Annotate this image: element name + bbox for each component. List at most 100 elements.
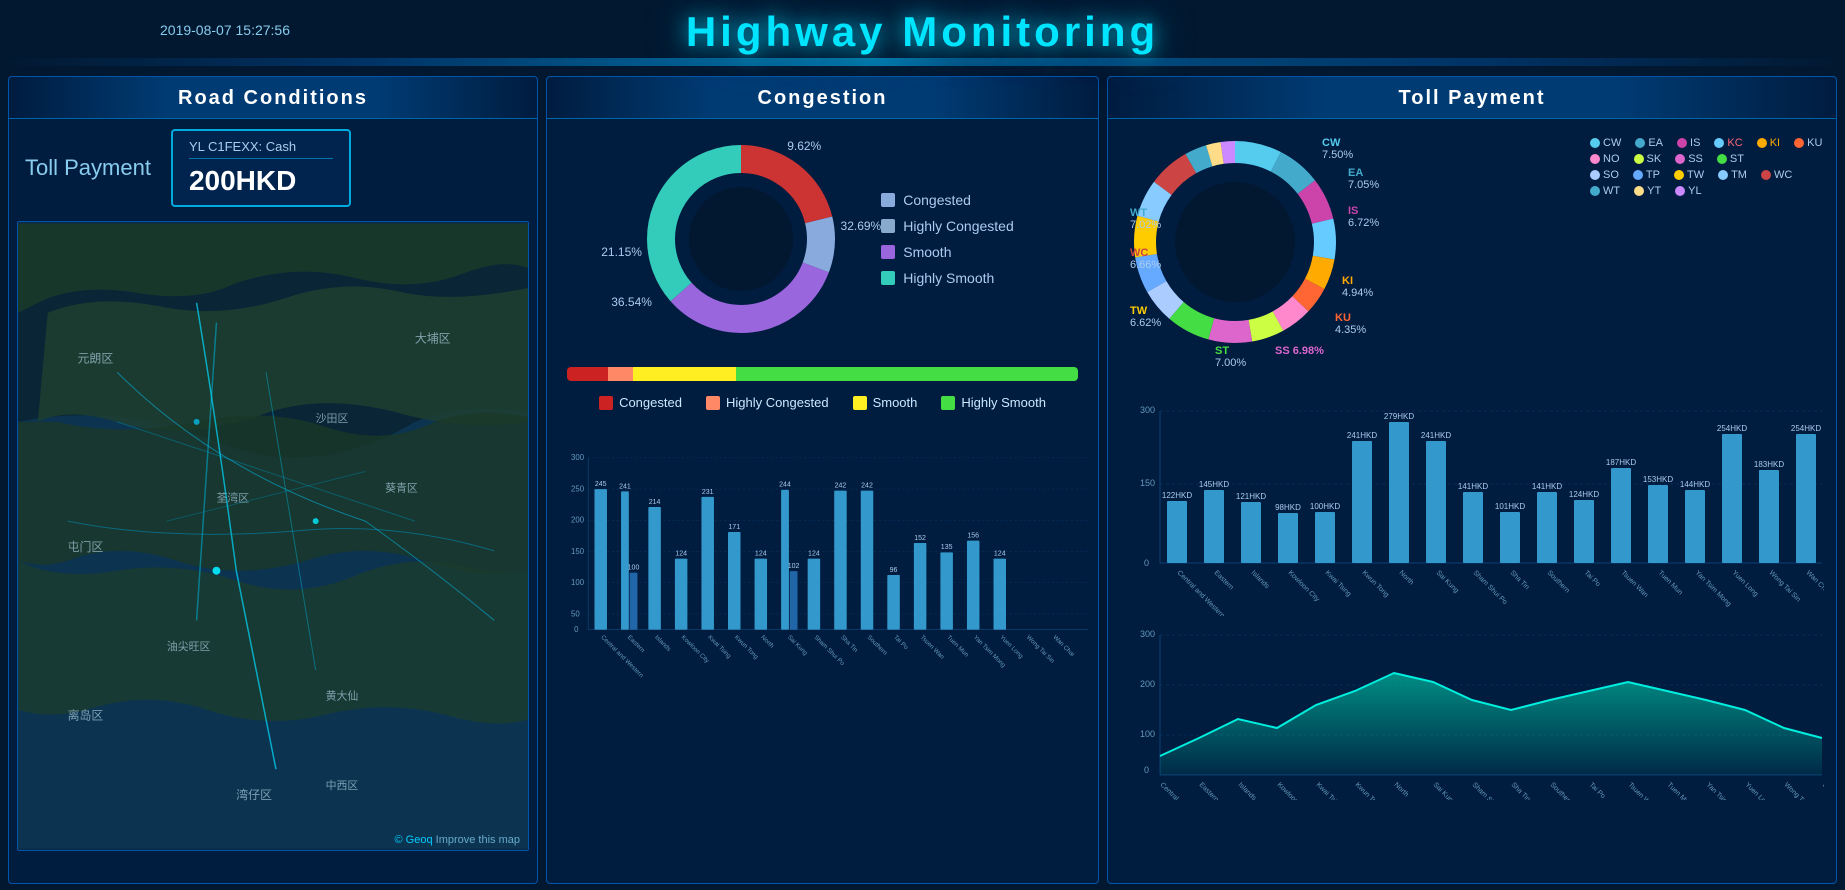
svg-text:241: 241 [619,483,631,490]
svg-text:244: 244 [779,482,791,489]
svg-text:141HKD: 141HKD [1532,482,1562,491]
svg-text:145HKD: 145HKD [1199,480,1229,489]
svg-text:124: 124 [808,550,820,557]
legend-sk: SK [1634,153,1662,165]
toll-payment-label: Toll Payment [25,155,151,181]
svg-text:300: 300 [1140,629,1155,639]
svg-text:屯门区: 屯门区 [68,540,104,554]
legend-ea: EA [1635,137,1663,149]
prog-label-congested: Congested [619,395,682,410]
svg-text:100: 100 [628,565,640,572]
svg-text:50: 50 [571,609,580,618]
map-credit: © Geoq Improve this map [395,834,521,846]
prog-highly-smooth [736,367,1078,381]
svg-text:Tuen Mun: Tuen Mun [1666,781,1693,800]
svg-text:Yuen Long: Yuen Long [1731,569,1760,598]
toll-subtitle: YL C1FEXX: Cash [189,139,333,159]
svg-text:Tai Po: Tai Po [1588,781,1607,800]
svg-text:124: 124 [755,550,767,557]
svg-text:98HKD: 98HKD [1275,503,1301,512]
header: 2019-08-07 15:27:56 Highway Monitoring [0,0,1845,70]
svg-text:North: North [1393,781,1410,798]
svg-text:241HKD: 241HKD [1347,431,1377,440]
legend-yt: YT [1634,185,1661,197]
svg-text:Wong Tai Sin: Wong Tai Sin [1783,781,1817,800]
prog-congested [567,367,608,381]
svg-text:Yan Tsim Mong: Yan Tsim Mong [1705,781,1744,800]
toll-area-chart-svg: 300 200 100 0 [1120,625,1824,800]
legend-yl: YL [1675,185,1701,197]
legend-so: SO [1590,169,1619,181]
toll-bar-chart-svg: 300 150 0 122HKD 145HKD 121HKD [1120,401,1824,616]
svg-text:Southern: Southern [866,634,889,657]
svg-text:0: 0 [1144,558,1149,568]
toll-amount: 200HKD [189,165,333,197]
svg-text:150: 150 [1140,478,1155,488]
road-conditions-title: Road Conditions [9,77,537,119]
svg-text:122HKD: 122HKD [1162,491,1192,500]
legend-kc: KC [1714,137,1742,149]
prog-legend-smooth: Smooth [853,395,918,410]
congestion-chart-area: 9.62% 32.69% 36.54% 21.15% [547,119,1098,359]
svg-text:124HKD: 124HKD [1569,490,1599,499]
svg-text:大埔区: 大埔区 [415,332,451,346]
svg-text:242: 242 [835,483,847,490]
svg-text:Tsuen Wan: Tsuen Wan [1620,569,1650,599]
datetime-display: 2019-08-07 15:27:56 [160,22,290,38]
svg-text:Kwun Tong: Kwun Tong [733,634,760,661]
svg-text:Sha Tin: Sha Tin [1509,569,1531,591]
svg-text:187HKD: 187HKD [1606,458,1636,467]
svg-text:241HKD: 241HKD [1421,431,1451,440]
svg-text:Tuen Mun: Tuen Mun [1657,569,1684,596]
svg-text:Wan Chai: Wan Chai [1821,781,1824,800]
legend-tp: TP [1633,169,1660,181]
legend-label-congested: Congested [903,192,971,208]
legend-no: NO [1590,153,1620,165]
legend-tw: TW [1674,169,1704,181]
svg-text:North: North [1398,569,1415,586]
prog-smooth [633,367,735,381]
legend-label-smooth: Smooth [903,244,951,260]
svg-text:Eastern: Eastern [626,634,647,655]
legend-st: ST [1717,153,1744,165]
svg-text:Wan Chai: Wan Chai [1805,569,1824,596]
svg-text:黄大仙: 黄大仙 [326,689,359,703]
toll-donut-wrapper [1120,127,1350,357]
legend-highly-congested: Highly Congested [881,218,1014,234]
svg-text:0: 0 [574,625,579,634]
prog-dot-highly-congested [706,396,720,410]
prog-dot-highly-smooth [941,396,955,410]
toll-bar-chart-area: 300 150 0 122HKD 145HKD 121HKD [1108,399,1836,623]
toll-payment-panel: Toll Payment [1107,76,1837,884]
svg-text:102: 102 [788,563,800,570]
legend-wc: WC [1761,169,1792,181]
svg-text:0: 0 [1144,765,1149,775]
svg-text:Kowloon City: Kowloon City [1276,781,1310,800]
svg-text:183HKD: 183HKD [1754,460,1784,469]
svg-text:中西区: 中西区 [326,779,359,792]
svg-text:171: 171 [728,524,740,531]
prog-label-smooth: Smooth [873,395,918,410]
legend-dot-highly-smooth [881,271,895,285]
congestion-panel: Congestion 9.62% 32.69% 36.54% 21.15% [546,76,1099,884]
svg-text:152: 152 [914,535,926,542]
legend-congested: Congested [881,192,1014,208]
pct-right: 32.69% [841,219,882,233]
map-svg: 元朗区 大埔区 屯门区 荃湾区 沙田区 葵青区 油尖旺区 离岛区 黄大仙 湾仔区… [18,222,528,850]
svg-text:214: 214 [649,499,661,506]
svg-text:Kwai Tsing: Kwai Tsing [1315,781,1344,800]
legend-ku: KU [1794,137,1822,149]
svg-text:Kwai Tsing: Kwai Tsing [706,634,732,660]
svg-text:Tsuen Wan: Tsuen Wan [1627,781,1657,800]
svg-text:Yuen Long: Yuen Long [998,634,1024,660]
toll-payment-title: Toll Payment [1108,77,1836,119]
toll-legend-row2: SO TP TW TM WC WT YT YL [1590,169,1824,197]
prog-highly-congested [608,367,634,381]
svg-text:Sha Tin: Sha Tin [839,634,859,654]
prog-legend-highly-congested: Highly Congested [706,395,829,410]
svg-text:200: 200 [571,516,585,525]
pct-bottom: 36.54% [611,295,652,309]
svg-text:Sha Tin: Sha Tin [1510,781,1532,800]
svg-text:101HKD: 101HKD [1495,502,1525,511]
svg-text:Eastern: Eastern [1198,781,1220,800]
